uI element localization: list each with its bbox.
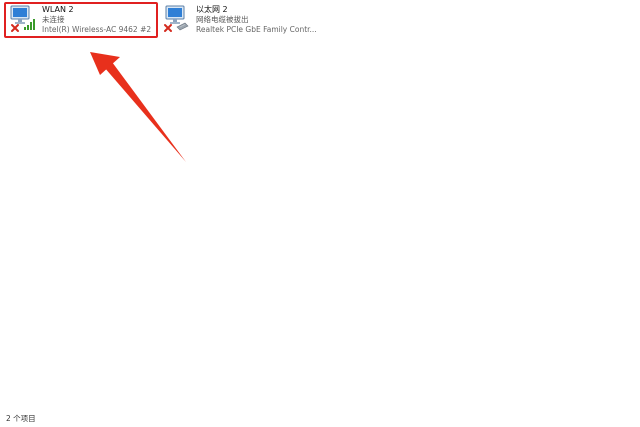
adapter-device: Realtek PCIe GbE Family Contr... bbox=[196, 25, 317, 34]
adapter-status: 未连接 bbox=[42, 15, 65, 24]
adapter-wlan-2[interactable]: WLAN 2 未连接 Intel(R) Wireless-AC 9462 #2 bbox=[4, 2, 158, 38]
wifi-adapter-disconnected-icon bbox=[9, 5, 35, 33]
adapter-name: WLAN 2 bbox=[42, 5, 74, 14]
adapter-device: Intel(R) Wireless-AC 9462 #2 bbox=[42, 25, 152, 34]
adapter-status: 网络电缆被拔出 bbox=[196, 15, 249, 24]
adapter-name: 以太网 2 bbox=[196, 5, 228, 14]
ethernet-adapter-unplugged-icon bbox=[163, 5, 189, 33]
adapter-ethernet-2[interactable]: 以太网 2 网络电缆被拔出 Realtek PCIe GbE Family Co… bbox=[158, 2, 328, 38]
annotation-arrow bbox=[90, 52, 186, 162]
annotation-arrow-head bbox=[90, 52, 120, 75]
annotation-arrow-shaft bbox=[104, 62, 186, 162]
status-bar-item-count: 2 个项目 bbox=[6, 414, 36, 423]
